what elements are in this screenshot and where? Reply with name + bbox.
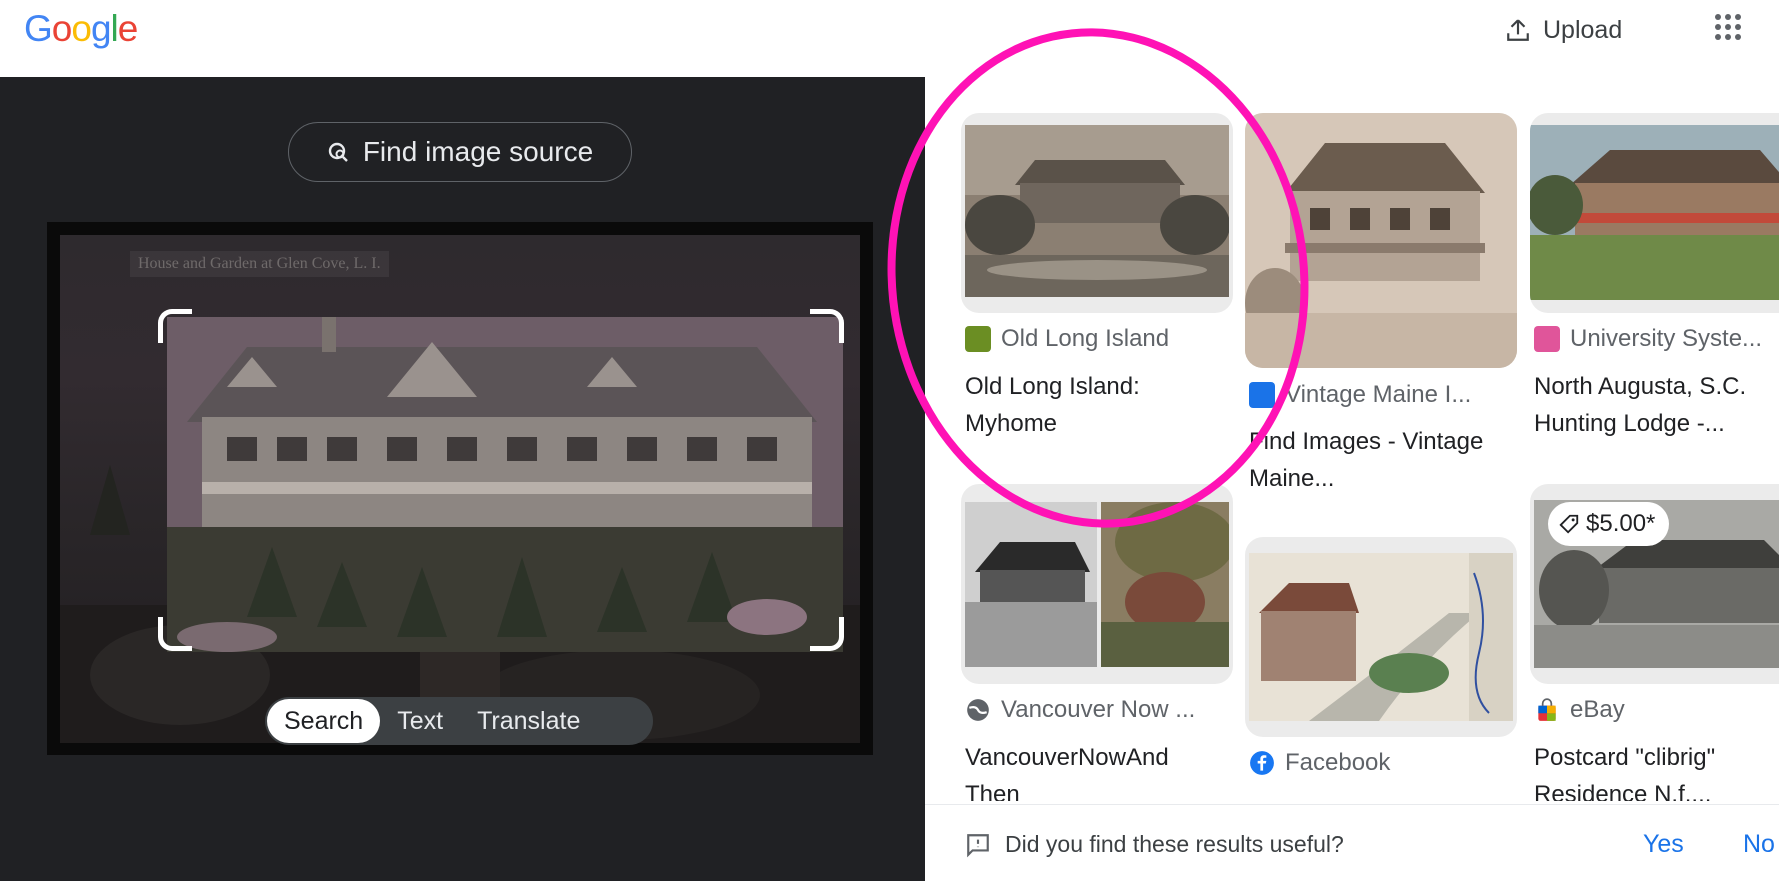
logo-letter: o [71,8,92,49]
price-tag-icon [1559,514,1579,534]
result-source-label: Facebook [1285,749,1391,776]
selection-crop-area[interactable] [167,317,843,652]
result-card[interactable]: Vintage Maine I... Find Images - Vintage… [1245,113,1517,518]
result-source-label: Old Long Island [1001,325,1170,352]
result-source[interactable]: Vancouver Now ... [965,696,1229,724]
upload-icon [1507,19,1529,41]
globe-icon [967,699,989,721]
feedback-icon [967,834,989,858]
result-image [1245,113,1517,368]
logo-letter: l [110,8,119,49]
result-source[interactable]: Old Long Island [965,325,1229,353]
feedback-yes-button[interactable]: Yes [1643,830,1684,859]
visual-matches-panel: Old Long Island Old Long Island: Myhome [925,77,1779,881]
result-source[interactable]: eBay [1534,696,1779,724]
result-card[interactable]: $5.00* eBay Postcard "clibrig" Residence… [1530,484,1779,804]
result-card[interactable]: Facebook [1245,537,1517,797]
google-lens-page: Google Upload Find image source House an… [0,0,1779,881]
university-system-favicon-icon [1534,326,1560,352]
feedback-bar: Did you find these results useful? Yes N… [925,804,1779,881]
lens-search-icon [328,142,348,162]
result-thumbnail[interactable] [1245,113,1517,368]
result-title[interactable]: Old Long Island: Myhome [965,368,1227,442]
find-image-source-label: Find image source [362,136,594,167]
logo-letter: g [90,8,112,49]
crop-handle-bottom-left[interactable] [158,617,192,651]
tab-translate[interactable]: Translate [460,699,597,743]
result-source[interactable]: Facebook [1249,749,1513,777]
tab-search[interactable]: Search [267,699,381,743]
result-card[interactable]: Vancouver Now ... VancouverNowAnd Then [961,484,1233,804]
result-source-label: Vancouver Now ... [1001,696,1196,723]
google-logo[interactable]: Google [24,8,139,50]
result-image [965,502,1229,667]
result-image [1249,553,1513,721]
logo-letter: o [51,8,73,49]
result-source-label: Vintage Maine I... [1285,381,1472,408]
upload-label: Upload [1543,15,1623,44]
logo-letter: e [117,8,139,49]
logo-letter: G [24,8,53,49]
lens-image-panel: Find image source House and Garden at Gl… [0,77,925,881]
feedback-no-button[interactable]: No [1743,830,1775,859]
apps-grid-icon[interactable] [1715,14,1745,44]
result-image [965,125,1229,297]
result-thumbnail[interactable]: $5.00* [1530,484,1779,684]
result-card[interactable]: University Syste... North Augusta, S.C. … [1530,113,1779,458]
crop-handle-top-right[interactable] [810,309,844,343]
find-image-source-button[interactable]: Find image source [288,122,632,182]
old-long-island-favicon-icon [965,326,991,352]
vintage-maine-favicon-icon [1249,382,1275,408]
price-label: $5.00* [1586,510,1656,537]
result-card[interactable]: Old Long Island Old Long Island: Myhome [961,113,1233,458]
result-title[interactable]: Postcard "clibrig" Residence N.f.... [1534,739,1779,801]
result-title[interactable]: North Augusta, S.C. Hunting Lodge -... [1534,368,1779,442]
result-thumbnail[interactable] [961,113,1233,313]
result-source-label: eBay [1570,696,1625,723]
ebay-shopping-bag-icon [1538,698,1556,721]
result-thumbnail[interactable] [1530,113,1779,313]
crop-handle-top-left[interactable] [158,309,192,343]
result-thumbnail[interactable] [961,484,1233,684]
tab-text[interactable]: Text [380,699,460,743]
house-photo [167,317,843,652]
top-bar: Google Upload [0,0,1779,77]
feedback-question: Did you find these results useful? [1005,831,1344,857]
result-title[interactable]: Find Images - Vintage Maine... [1249,423,1511,497]
result-image [1530,125,1779,300]
price-badge: $5.00* [1548,502,1670,546]
result-title[interactable]: VancouverNowAnd Then [965,739,1227,801]
result-source[interactable]: Vintage Maine I... [1249,381,1513,409]
facebook-icon [1250,751,1274,775]
lens-mode-tabs: Search Text Translate [265,697,653,745]
result-thumbnail[interactable] [1245,537,1517,737]
result-source[interactable]: University Syste... [1534,325,1779,353]
upload-button[interactable]: Upload [1505,12,1622,48]
crop-handle-bottom-right[interactable] [810,617,844,651]
result-source-label: University Syste... [1570,325,1763,352]
